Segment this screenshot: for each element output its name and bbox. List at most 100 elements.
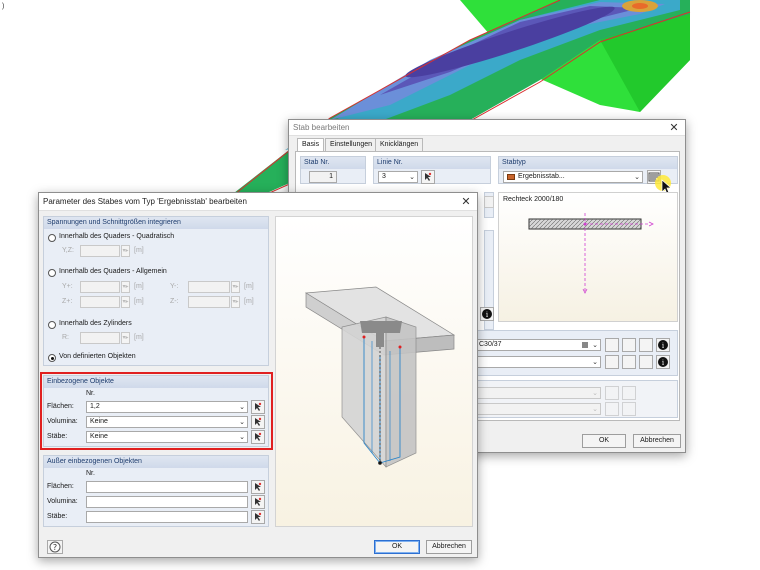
section-drawing: [528, 213, 654, 294]
unit-zminus: [m]: [244, 298, 254, 305]
radio-quader-allgemein[interactable]: [48, 269, 56, 277]
result-member-illustration: [304, 286, 456, 468]
stab-cancel-button[interactable]: Abbrechen: [633, 434, 681, 448]
pick-cursor-icon: [255, 497, 262, 506]
included-volumina-label: Volumina:: [47, 418, 78, 425]
zplus-input: [80, 296, 120, 308]
r-input: [80, 332, 120, 344]
material-info-button[interactable]: i: [656, 338, 670, 352]
unit-yminus: [m]: [244, 283, 254, 290]
excluded-flaechen-input[interactable]: [86, 481, 248, 493]
stab-nr-label: Stab Nr.: [301, 157, 365, 169]
hinge-panel: ⌄ ⌄: [470, 380, 678, 418]
label-zplus: Z+:: [62, 298, 73, 305]
pick-excluded-staebe-button[interactable]: [251, 510, 265, 524]
unit-yplus: [m]: [134, 283, 144, 290]
stab-nr-field[interactable]: 1: [309, 171, 337, 183]
label-quader-allgemein: Innerhalb des Quaders - Allgemein: [59, 268, 167, 275]
excluded-volumina-input[interactable]: [86, 496, 248, 508]
label-yminus: Y-:: [170, 283, 179, 290]
left-field-a: [484, 196, 494, 208]
label-definierte-objekte: Von definierten Objekten: [59, 353, 136, 360]
excluded-col-nr: Nr.: [86, 470, 95, 477]
stabtyp-label: Stabtyp: [499, 157, 677, 169]
section-edit-button[interactable]: [639, 355, 653, 369]
chevron-down-icon: ⌄: [592, 342, 598, 349]
section-preview: Rechteck 2000/180: [498, 192, 678, 322]
close-icon[interactable]: ✕: [459, 195, 473, 209]
tab-knicklaengen[interactable]: Knicklängen: [375, 138, 424, 151]
label-zylinder: Innerhalb des Zylinders: [59, 320, 132, 327]
included-col-nr: Nr.: [86, 390, 95, 397]
info-button[interactable]: i: [480, 307, 494, 321]
section-library-button[interactable]: [605, 355, 619, 369]
pick-cursor-icon: [255, 402, 262, 411]
label-quader-quadratisch: Innerhalb des Quaders - Quadratisch: [59, 233, 175, 240]
label-yplus: Y+:: [62, 283, 73, 290]
info-icon: i: [658, 340, 668, 350]
chevron-down-icon: ⌄: [592, 359, 598, 366]
help-icon: ?: [49, 541, 61, 553]
hinge-end-edit-button: [622, 402, 636, 416]
tab-einstellungen[interactable]: Einstellungen: [325, 138, 378, 151]
svg-text:): ): [2, 3, 4, 10]
pick-staebe-button[interactable]: [251, 430, 265, 444]
param-cancel-button[interactable]: Abbrechen: [426, 540, 472, 554]
material-select[interactable]: C30/37 ⌄: [475, 339, 601, 351]
r-spinner: ▾▸: [121, 332, 130, 344]
chevron-down-icon: ⌄: [239, 419, 245, 426]
section-new-button[interactable]: [622, 355, 636, 369]
stab-ok-button[interactable]: OK: [582, 434, 626, 448]
label-yz: Y,Z:: [62, 247, 74, 254]
param-dialog-titlebar[interactable]: Parameter des Stabes vom Typ 'Ergebnisst…: [39, 193, 477, 211]
close-icon[interactable]: ✕: [667, 121, 681, 135]
pick-cursor-icon: [255, 512, 262, 521]
material-library-button[interactable]: [605, 338, 619, 352]
integration-group: Spannungen und Schnittgrößen integrieren…: [43, 216, 269, 366]
zminus-input: [188, 296, 230, 308]
chevron-down-icon: ⌄: [634, 174, 640, 181]
excluded-staebe-input[interactable]: [86, 511, 248, 523]
param-ok-button[interactable]: OK: [374, 540, 420, 554]
radio-zylinder[interactable]: [48, 321, 56, 329]
included-flaechen-select[interactable]: 1,2 ⌄: [86, 401, 248, 413]
yminus-spinner: ▾▸: [231, 281, 240, 293]
pick-cursor-icon: [255, 482, 262, 491]
pick-line-button[interactable]: [421, 170, 435, 184]
pick-excluded-volumina-button[interactable]: [251, 495, 265, 509]
material-edit-button[interactable]: [639, 338, 653, 352]
chevron-down-icon: ⌄: [592, 390, 598, 397]
param-dialog-title: Parameter des Stabes vom Typ 'Ergebnisst…: [43, 197, 247, 206]
included-staebe-label: Stäbe:: [47, 433, 68, 440]
linie-nr-panel: Linie Nr. 3 ⌄: [373, 156, 491, 184]
pick-flaechen-button[interactable]: [251, 400, 265, 414]
label-zminus: Z-:: [170, 298, 179, 305]
chevron-down-icon: ⌄: [239, 434, 245, 441]
included-volumina-select[interactable]: Keine ⌄: [86, 416, 248, 428]
excluded-staebe-label: Stäbe:: [47, 513, 68, 520]
material-new-button[interactable]: [622, 338, 636, 352]
stab-dialog-titlebar[interactable]: Stab bearbeiten ✕: [289, 120, 685, 136]
section-info-button[interactable]: i: [656, 355, 670, 369]
ergebnisstab-parameter-dialog: Parameter des Stabes vom Typ 'Ergebnisst…: [38, 192, 478, 558]
material-color-swatch: [582, 342, 588, 348]
pick-cursor-icon: [255, 417, 262, 426]
included-staebe-select[interactable]: Keine ⌄: [86, 431, 248, 443]
excluded-volumina-label: Volumina:: [47, 498, 78, 505]
hinge-end-new-button: [605, 402, 619, 416]
stabtyp-select[interactable]: Ergebnisstab... ⌄: [503, 171, 643, 183]
included-header: Einbezogene Objekte: [44, 376, 268, 388]
tab-basis[interactable]: Basis: [297, 138, 325, 152]
help-button[interactable]: ?: [47, 540, 63, 554]
yz-input: [80, 245, 120, 257]
radio-quader-quadratisch[interactable]: [48, 234, 56, 242]
hinge-start-select: ⌄: [475, 387, 601, 399]
pick-volumina-button[interactable]: [251, 415, 265, 429]
yplus-spinner: ▾▸: [121, 281, 130, 293]
linie-nr-select[interactable]: 3 ⌄: [378, 171, 418, 183]
pick-excluded-flaechen-button[interactable]: [251, 480, 265, 494]
section-select[interactable]: ⌄: [475, 356, 601, 368]
radio-definierte-objekte[interactable]: [48, 354, 56, 362]
yz-spinner: ▾▸: [121, 245, 130, 257]
excluded-header: Außer einbezogenen Objekten: [44, 456, 268, 468]
